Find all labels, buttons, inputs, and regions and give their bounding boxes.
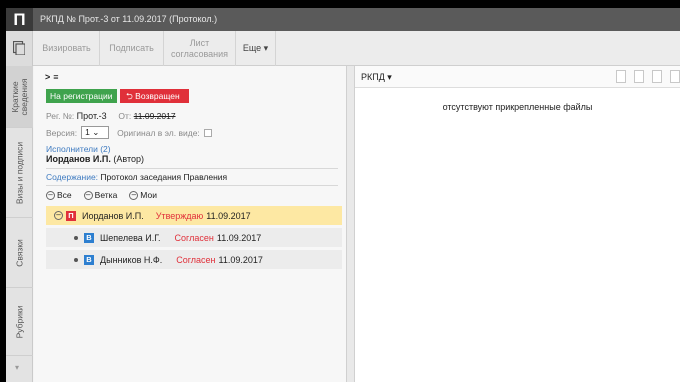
delete-file-icon[interactable] <box>652 70 662 83</box>
reg-date: 11.09.2017 <box>133 111 176 121</box>
collapse-circle-icon[interactable]: – <box>54 211 63 220</box>
add-file-icon[interactable] <box>616 70 626 83</box>
toolbar: Визировать Подписать Лист согласования Е… <box>6 31 680 66</box>
filter-all[interactable]: – Все <box>46 190 72 200</box>
original-label: Оригинал в эл. виде: <box>117 127 200 138</box>
reg-no-label: Рег. №: <box>46 111 75 121</box>
original-checkbox[interactable] <box>203 128 212 137</box>
divider <box>46 168 338 169</box>
collapse-circle-icon: – <box>46 190 55 200</box>
tree-row[interactable]: В Шепелева И.Г. Согласен 11.09.2017 <box>46 228 342 247</box>
title-bar: П РКПД № Прот.-3 от 11.09.2017 (Протокол… <box>6 8 680 31</box>
window-title: РКПД № Прот.-3 от 11.09.2017 (Протокол.) <box>40 14 218 24</box>
content-value: Протокол заседания Правления <box>100 172 228 182</box>
attachments-tools <box>616 70 680 83</box>
content-label: Содержание: <box>46 172 99 182</box>
bullet-icon <box>74 235 78 240</box>
menu-icon[interactable]: ≡ <box>53 72 58 82</box>
tree-status: Согласен <box>176 254 216 265</box>
app-logo: П <box>6 8 33 31</box>
registration-row: Рег. №: Прот.-3 От: 11.09.2017 <box>46 111 176 121</box>
approve-visa-button[interactable]: Визировать <box>34 31 100 66</box>
tab-rubrics-label: Рубрики <box>14 305 24 338</box>
tab-rubrics[interactable]: Рубрики <box>6 288 33 356</box>
tree-row[interactable]: – П Иорданов И.П. Утверждаю 11.09.2017 <box>46 206 342 225</box>
tree-status: Утверждаю <box>155 210 204 221</box>
screen-frame: П РКПД № Прот.-3 от 11.09.2017 (Протокол… <box>0 0 680 382</box>
status-badge-registration: На регистрации <box>46 89 117 103</box>
vertical-tabs: Краткие сведения Визы и подписи Связки Р… <box>6 66 33 382</box>
tree-status: Согласен <box>174 232 214 243</box>
version-value: 1 <box>85 127 90 137</box>
tab-visas-label: Визы и подписи <box>14 141 24 204</box>
tree-row[interactable]: В Дынников Н.Ф. Согласен 11.09.2017 <box>46 250 342 269</box>
empty-attachments-message: отсутствуют прикрепленные файлы <box>442 102 593 112</box>
copy-file-icon[interactable] <box>670 70 680 83</box>
tab-summary-label: Краткие сведения <box>9 78 29 115</box>
author-name: Иорданов И.П. <box>46 154 111 164</box>
author-row: Иорданов И.П. (Автор) <box>46 154 144 164</box>
attachments-header: РКПД ▾ <box>355 66 680 88</box>
approval-sheet-button[interactable]: Лист согласования <box>164 31 236 66</box>
executors-link[interactable]: Исполнители (2) <box>46 144 111 154</box>
scroll-down-icon[interactable]: ▾ <box>15 363 19 372</box>
filter-branch-label: Ветка <box>94 190 118 200</box>
signer-badge: П <box>66 210 76 221</box>
filter-mine-label: Мои <box>140 190 157 200</box>
document-glyph <box>13 41 25 55</box>
tree-date: 11.09.2017 <box>216 232 262 243</box>
app-window: П РКПД № Прот.-3 от 11.09.2017 (Протокол… <box>6 8 680 382</box>
tree-person-name: Иорданов И.П. <box>82 210 144 221</box>
author-role: (Автор) <box>113 154 145 164</box>
filter-mine[interactable]: – Мои <box>129 190 157 200</box>
tab-visas-signatures[interactable]: Визы и подписи <box>6 128 33 218</box>
attachments-panel: РКПД ▾ отсутствуют прикрепленные файлы <box>355 66 680 382</box>
tree-date: 11.09.2017 <box>218 254 263 265</box>
tree-date: 11.09.2017 <box>206 210 251 221</box>
visa-badge: В <box>84 232 94 243</box>
collapse-circle-icon: – <box>83 190 93 200</box>
collapse-icon[interactable]: > <box>45 72 50 82</box>
divider <box>46 185 338 186</box>
document-card-panel: > ≡ На регистрации ⮌ Возвращен Рег. №: Пр… <box>34 66 346 382</box>
sign-button[interactable]: Подписать <box>100 31 164 66</box>
tree-filters: – Все – Ветка – Мои <box>46 190 157 200</box>
chevron-down-icon: ⌄ <box>92 127 100 137</box>
content-row: Содержание: Протокол заседания Правления <box>46 172 227 182</box>
version-select[interactable]: 1 ⌄ <box>81 126 110 139</box>
tree-person-name: Дынников Н.Ф. <box>100 254 163 265</box>
collapse-circle-icon: – <box>129 190 139 200</box>
edit-file-icon[interactable] <box>634 70 644 83</box>
from-label: От: <box>118 111 132 121</box>
filter-branch[interactable]: – Ветка <box>83 190 118 200</box>
panel-splitter[interactable] <box>346 66 355 382</box>
status-badge-returned: ⮌ Возвращен <box>120 89 189 103</box>
attachments-dropdown[interactable]: РКПД ▾ <box>361 72 392 83</box>
version-row: Версия: 1 ⌄ Оригинал в эл. виде: <box>46 126 212 139</box>
tab-links[interactable]: Связки <box>6 218 33 288</box>
bullet-icon <box>74 257 78 262</box>
filter-all-label: Все <box>57 190 72 200</box>
version-label: Версия: <box>46 127 78 138</box>
tab-summary[interactable]: Краткие сведения <box>6 66 33 128</box>
tab-links-label: Связки <box>14 238 24 267</box>
document-icon[interactable] <box>6 31 33 66</box>
reg-no-value: Прот.-3 <box>76 111 107 121</box>
more-button[interactable]: Еще ▾ <box>236 31 276 66</box>
visa-badge: В <box>84 254 94 265</box>
panel-controls: > ≡ <box>45 72 59 82</box>
tree-person-name: Шепелева И.Г. <box>100 232 161 243</box>
